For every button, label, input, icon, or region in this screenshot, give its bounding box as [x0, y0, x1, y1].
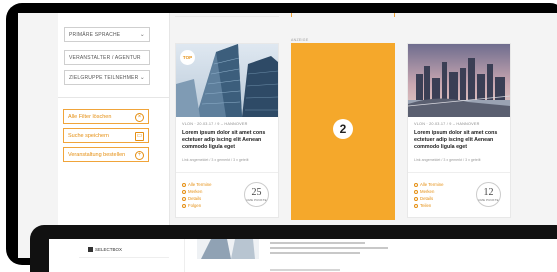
button-label: Suche speichern [68, 133, 109, 139]
heart-icon [182, 189, 186, 194]
ad-number-badge: 2 [333, 119, 353, 139]
text-line [270, 247, 388, 249]
divider [58, 97, 170, 98]
select-organizer[interactable]: VERANSTALTER / AGENTUR [64, 50, 150, 65]
button-label: Alle Filter löschen [68, 114, 112, 120]
share-icon [414, 203, 418, 208]
device-screen: PRIMÄRE SPRACHE ⌄ VERANSTALTER / AGENTUR… [18, 13, 557, 258]
bookmark-link[interactable]: Merken [414, 189, 434, 194]
top-badge: TOP [180, 50, 195, 65]
cme-score: 12 CME PUNKTE [476, 182, 501, 207]
link-label: Folgen [188, 203, 202, 208]
cme-score: 25 CME PUNKTE [244, 182, 269, 207]
score-label: CME PUNKTE [246, 198, 267, 202]
follow-icon [182, 203, 186, 208]
share-link[interactable]: Teilen [414, 203, 431, 208]
ad-label: ANZEIGE [291, 38, 309, 42]
select-target-group[interactable]: ZIELGRUPPE TEILNEHMER ⌄ [64, 70, 150, 85]
link-label: Merken [420, 189, 435, 194]
event-image [408, 44, 510, 117]
bookmark-link[interactable]: Merken [182, 189, 202, 194]
event-card[interactable]: TOP VLON · 20.03.17 / 9 – HANNOVER Lorem… [175, 43, 279, 218]
info-icon [414, 196, 418, 201]
chevron-down-icon: ⌄ [139, 32, 145, 38]
event-meta: VLON · 20.03.17 / 9 – HANNOVER [414, 122, 480, 126]
second-sidebar: SELECTBOX [49, 239, 185, 272]
second-device-screen: SELECTBOX [49, 239, 557, 272]
save-search-button[interactable]: Suche speichern ▭ [63, 128, 149, 143]
select-label: PRIMÄRE SPRACHE [69, 32, 121, 38]
calendar-icon [414, 182, 418, 187]
info-icon [182, 196, 186, 201]
score-value: 12 [483, 187, 494, 198]
details-link[interactable]: Details [414, 196, 433, 201]
calendar-icon [182, 182, 186, 187]
text-line [270, 242, 365, 244]
filter-sidebar: PRIMÄRE SPRACHE ⌄ VERANSTALTER / AGENTUR… [58, 13, 170, 258]
event-title[interactable]: Lorem ipsum dolor sit amet cons ectetuer… [414, 130, 508, 151]
ad-top-edge [291, 13, 395, 17]
text-line [270, 252, 360, 254]
heart-icon [414, 189, 418, 194]
all-dates-link[interactable]: Alle Termine [414, 182, 444, 187]
plus-circle-icon: + [135, 150, 144, 160]
ad-edge-right [394, 13, 395, 17]
checkbox-label: SELECTBOX [95, 247, 123, 252]
card-top-edge [175, 13, 279, 17]
link-label: Details [188, 196, 202, 201]
button-label: Veranstaltung bestellen [68, 152, 126, 158]
details-link[interactable]: Details [182, 196, 201, 201]
follow-link[interactable]: Folgen [182, 203, 201, 208]
event-stats: Link angemeldet / 3 x gemerkt / 3 x gete… [182, 158, 249, 162]
event-meta: VLON · 20.03.17 / 9 – HANNOVER [182, 122, 248, 126]
link-label: Teilen [420, 203, 432, 208]
event-title[interactable]: Lorem ipsum dolor sit amet cons ectetuer… [182, 130, 276, 151]
link-label: Alle Termine [188, 182, 212, 187]
checkbox-item[interactable]: SELECTBOX [88, 247, 122, 252]
link-label: Details [420, 196, 434, 201]
checkbox-icon [88, 247, 93, 252]
score-label: CME PUNKTE [478, 198, 499, 202]
divider [79, 257, 169, 258]
clear-filters-button[interactable]: Alle Filter löschen × [63, 109, 149, 124]
event-stats: Link angemeldet / 3 x gemerkt / 3 x gete… [414, 158, 481, 162]
event-card[interactable]: VLON · 20.03.17 / 9 – HANNOVER Lorem ips… [407, 43, 511, 218]
ad-edge-left [291, 13, 292, 17]
text-line [270, 269, 340, 271]
score-value: 25 [251, 187, 262, 198]
link-label: Alle Termine [420, 182, 444, 187]
chevron-down-icon: ⌄ [139, 75, 145, 81]
select-label: VERANSTALTER / AGENTUR [69, 55, 141, 61]
order-event-button[interactable]: Veranstaltung bestellen + [63, 147, 149, 162]
event-image [197, 239, 259, 259]
close-circle-icon: × [135, 112, 144, 122]
divider [176, 172, 278, 173]
divider [408, 172, 510, 173]
ad-banner[interactable]: 2 [291, 43, 395, 220]
save-icon: ▭ [135, 131, 144, 141]
all-dates-link[interactable]: Alle Termine [182, 182, 212, 187]
select-primary-language[interactable]: PRIMÄRE SPRACHE ⌄ [64, 27, 150, 42]
select-label: ZIELGRUPPE TEILNEHMER [69, 75, 139, 81]
link-label: Merken [188, 189, 203, 194]
